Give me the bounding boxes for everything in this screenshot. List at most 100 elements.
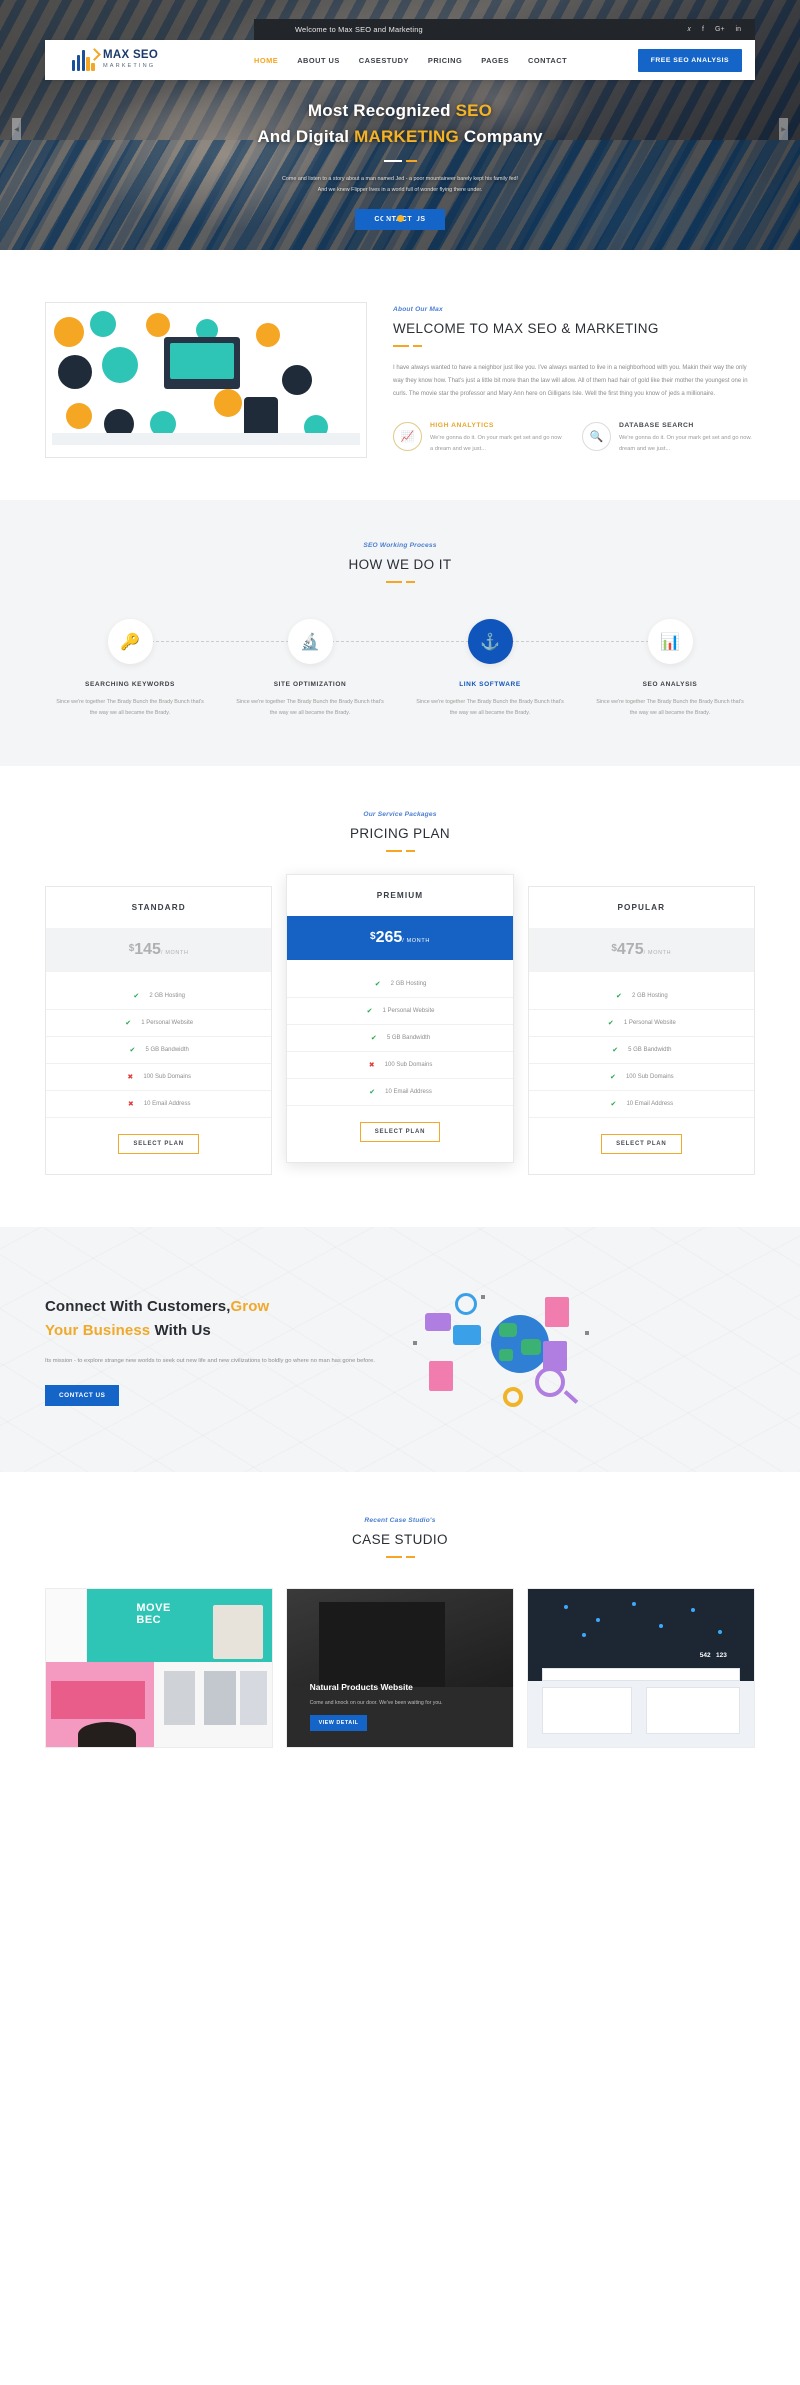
facebook-icon[interactable]: f xyxy=(702,26,704,33)
connect-contact-us-button[interactable]: CONTACT US xyxy=(45,1384,120,1406)
site-logo[interactable]: MAX SEO MARKETING xyxy=(45,48,254,71)
case-card-natural-products[interactable]: Natural Products Website Come and knock … xyxy=(286,1588,514,1749)
cross-icon: ✖ xyxy=(368,1062,375,1070)
step-text-4: Since we're together The Brady Bunch the… xyxy=(596,699,744,716)
about-paragraph: I have always wanted to have a neighbor … xyxy=(393,365,748,397)
check-icon: ✔ xyxy=(374,981,381,989)
plan-feature-row: ✔ 2 GB Hosting xyxy=(287,971,513,999)
pricing-eyebrow: Our Service Packages xyxy=(363,811,437,819)
process-step-searching-keywords[interactable]: 🔑 SEARCHING KEYWORDS Since we're togethe… xyxy=(40,619,220,718)
nav-item-pages[interactable]: PAGES xyxy=(481,56,509,65)
linkedin-icon[interactable]: in xyxy=(736,26,741,33)
feature-title-database-search: DATABASE SEARCH xyxy=(619,421,694,429)
case-study-section: Recent Case Studio's CASE STUDIO MOVE BEC xyxy=(0,1472,800,1749)
case-card-move-bec[interactable]: MOVE BEC xyxy=(45,1588,273,1749)
process-heading: HOW WE DO IT xyxy=(348,557,452,572)
nav-item-home[interactable]: HOME xyxy=(254,56,278,65)
bar-chart-logo-icon xyxy=(72,48,101,71)
plan-feature-row: ✔ 1 Personal Website xyxy=(287,998,513,1026)
nav-item-contact[interactable]: CONTACT xyxy=(528,56,567,65)
plan-feature-label: 100 Sub Domains xyxy=(625,1074,674,1081)
pricing-card-premium: PREMIUM $265/ MONTH ✔ 2 GB Hosting ✔ 1 Per… xyxy=(286,874,514,1164)
hero-para-2: And we knew Flipper lives in a world ful… xyxy=(317,186,483,193)
hero-section: ◀ ▶ Welcome to Max SEO and Marketing 𝑥 f… xyxy=(0,0,800,250)
pricing-card-standard: STANDARD $145/ MONTH ✔ 2 GB Hosting ✔ 1 Pe… xyxy=(45,886,273,1176)
slider-dot-1[interactable] xyxy=(382,216,388,221)
card-caption: Natural Products Website Come and knock … xyxy=(309,1682,495,1732)
slider-dots xyxy=(0,208,800,226)
process-step-link-software[interactable]: ⚓ LINK SOFTWARE Since we're together The… xyxy=(400,619,580,718)
step-title-2: SITE OPTIMIZATION xyxy=(273,681,347,688)
plan-feature-row: ✔ 1 Personal Website xyxy=(46,1010,272,1038)
check-icon: ✔ xyxy=(612,1047,619,1055)
slider-dot-2-active[interactable] xyxy=(396,215,404,222)
process-divider xyxy=(40,581,760,583)
card-title-move-bec: MOVE BEC xyxy=(136,1602,171,1626)
anchor-icon: ⚓ xyxy=(467,619,513,664)
select-plan-button-popular[interactable]: SELECT PLAN xyxy=(601,1134,682,1155)
case-cards: MOVE BEC Natural Products Website Come an… xyxy=(45,1588,755,1749)
case-card-dashboard[interactable]: 542 123 xyxy=(527,1588,755,1749)
view-detail-button[interactable]: VIEW DETAIL xyxy=(309,1715,368,1732)
slider-prev-arrow[interactable]: ◀ xyxy=(12,118,21,140)
nav-item-about-us[interactable]: ABOUT US xyxy=(297,56,340,65)
plan-feature-row: ✔ 5 GB Bandwidth xyxy=(46,1037,272,1065)
pricing-section: Our Service Packages PRICING PLAN STANDA… xyxy=(0,766,800,1228)
check-icon: ✔ xyxy=(610,1074,616,1082)
feature-text-high-analytics: We're gonna do it. On your mark get set … xyxy=(430,434,562,452)
step-text-2: Since we're together The Brady Bunch the… xyxy=(236,699,384,716)
connect-heading-part-b: Grow xyxy=(230,1298,270,1316)
google-plus-icon[interactable]: G+ xyxy=(715,26,725,33)
connect-text-block: Connect With Customers,Grow Your Busines… xyxy=(45,1295,375,1406)
plan-features-popular: ✔ 2 GB Hosting ✔ 1 Personal Website ✔ 5 GB … xyxy=(528,972,754,1119)
free-seo-analysis-button[interactable]: FREE SEO ANALYSIS xyxy=(637,48,742,72)
cross-icon: ✖ xyxy=(127,1074,134,1082)
check-icon: ✔ xyxy=(366,1008,373,1016)
plan-feature-label: 2 GB Hosting xyxy=(631,993,668,1000)
nav-item-pricing[interactable]: PRICING xyxy=(428,56,462,65)
plan-feature-label: 10 Email Address xyxy=(143,1101,191,1108)
slider-next-arrow[interactable]: ▶ xyxy=(779,118,788,140)
nav-item-casestudy[interactable]: CASESTUDY xyxy=(359,56,409,65)
twitter-icon[interactable]: 𝑥 xyxy=(687,26,691,34)
hero-paragraph: Come and listen to a story about a man n… xyxy=(0,174,800,196)
process-step-seo-analysis[interactable]: 📊 SEO ANALYSIS Since we're together The … xyxy=(580,619,760,718)
hero-line2-highlight: MARKETING xyxy=(354,127,459,147)
plan-name-popular: POPULAR xyxy=(617,903,666,913)
plan-feature-label: 100 Sub Domains xyxy=(384,1062,433,1069)
select-plan-button-premium[interactable]: SELECT PLAN xyxy=(359,1122,441,1143)
plan-feature-row: ✔ 2 GB Hosting xyxy=(528,983,754,1011)
welcome-text: Welcome to Max SEO and Marketing xyxy=(295,25,423,34)
plan-feature-label: 5 GB Bandwidth xyxy=(628,1047,672,1054)
process-steps: 🔑 SEARCHING KEYWORDS Since we're togethe… xyxy=(40,619,760,718)
feature-high-analytics: 📈 HIGH ANALYTICS We're gonna do it. On y… xyxy=(393,421,566,455)
select-plan-button-standard[interactable]: SELECT PLAN xyxy=(118,1134,199,1155)
slider-dot-3[interactable] xyxy=(412,216,418,221)
plan-feature-label: 1 Personal Website xyxy=(141,1020,194,1027)
pricing-plans: STANDARD $145/ MONTH ✔ 2 GB Hosting ✔ 1 Pe… xyxy=(45,874,755,1176)
pricing-heading: PRICING PLAN xyxy=(349,826,451,842)
plan-feature-label: 1 Personal Website xyxy=(623,1020,676,1027)
hero-line1-highlight: SEO xyxy=(455,101,493,120)
plan-feature-row: ✔ 100 Sub Domains xyxy=(528,1064,754,1092)
landing-page: ◀ ▶ Welcome to Max SEO and Marketing 𝑥 f… xyxy=(0,0,800,1749)
plan-feature-row: ✖ 100 Sub Domains xyxy=(287,1052,513,1080)
plan-period-standard: / MONTH xyxy=(160,950,189,957)
top-bar: Welcome to Max SEO and Marketing 𝑥 f G+ … xyxy=(254,19,755,40)
nav-menu: HOME ABOUT US CASESTUDY PRICING PAGES CO… xyxy=(254,56,567,65)
check-icon: ✔ xyxy=(369,1089,376,1097)
about-illustration xyxy=(45,302,367,458)
header: Welcome to Max SEO and Marketing 𝑥 f G+ … xyxy=(45,19,755,80)
process-eyebrow: SEO Working Process xyxy=(363,542,437,549)
process-section: SEO Working Process HOW WE DO IT 🔑 SEARC… xyxy=(0,500,800,767)
process-step-site-optimization[interactable]: 🔬 SITE OPTIMIZATION Since we're together… xyxy=(220,619,400,718)
plan-price-premium: $265/ MONTH xyxy=(287,916,513,961)
card-dark-header xyxy=(528,1589,754,1681)
plan-name-premium: PREMIUM xyxy=(376,891,424,901)
plan-feature-row: ✔ 5 GB Bandwidth xyxy=(528,1037,754,1065)
logo-line-2: MARKETING xyxy=(103,62,156,69)
flask-icon: 🔬 xyxy=(287,619,333,664)
case-divider xyxy=(45,1556,755,1559)
connect-section: Connect With Customers,Grow Your Busines… xyxy=(0,1227,800,1473)
plan-price-standard: $145/ MONTH xyxy=(46,928,272,973)
